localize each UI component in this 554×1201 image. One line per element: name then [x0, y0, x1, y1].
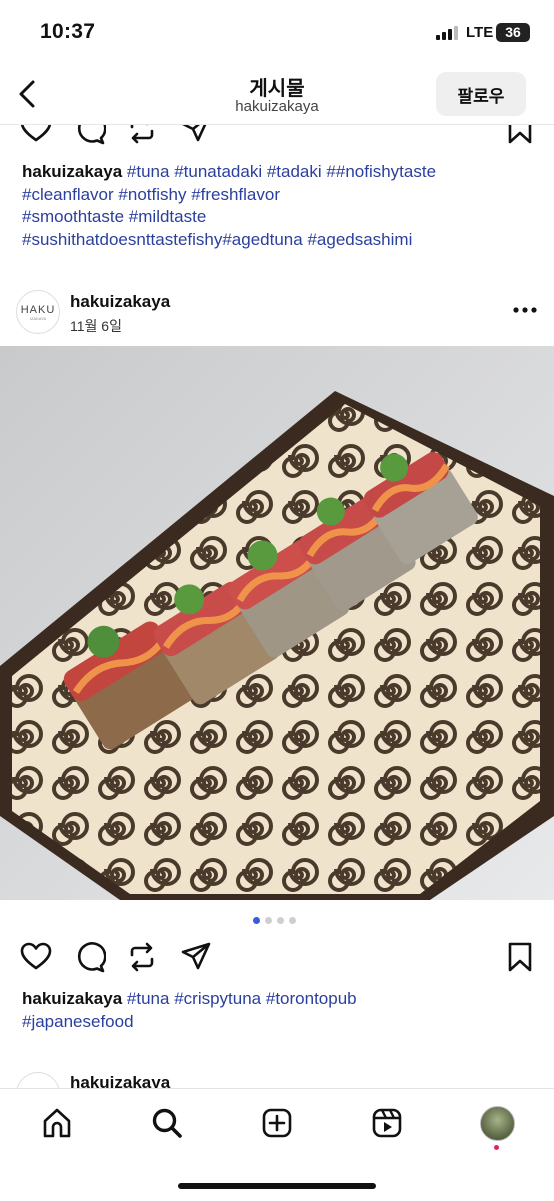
post-avatar[interactable]: HAKU IZAKAYA	[16, 290, 60, 334]
profile-avatar[interactable]	[480, 1106, 515, 1141]
post-date: 11월 6일	[70, 318, 122, 334]
hashtag[interactable]: #smoothtaste	[22, 207, 124, 226]
repost-icon[interactable]	[126, 941, 158, 973]
prev-action-bar	[0, 125, 554, 147]
top-header: 게시물 hakuizakaya 팔로우	[0, 62, 554, 125]
share-icon[interactable]	[180, 941, 212, 973]
hashtag[interactable]: #tadaki	[267, 162, 322, 181]
carousel-dot	[253, 917, 260, 924]
caption-line: #sushithatdoesnttastefishy#agedtuna #age…	[22, 229, 532, 252]
hashtag[interactable]: ##nofishytaste	[326, 162, 436, 181]
status-time: 10:37	[40, 20, 96, 43]
next-post-username[interactable]: hakuizakaya	[70, 1073, 170, 1088]
hashtag[interactable]: #freshflavor	[191, 185, 280, 204]
sushi-plate-image	[0, 346, 554, 900]
hashtag[interactable]: #tuna	[127, 989, 170, 1008]
battery-indicator: 36	[496, 23, 530, 42]
caption-username[interactable]: hakuizakaya	[22, 162, 122, 181]
repost-icon[interactable]	[126, 125, 158, 145]
prev-post-caption: hakuizakaya #tuna #tunatadaki #tadaki ##…	[22, 161, 532, 251]
notification-dot	[494, 1145, 499, 1150]
more-options-icon[interactable]	[510, 298, 540, 322]
post-username[interactable]: hakuizakaya	[70, 292, 170, 312]
caption-line: hakuizakaya #tuna #crispytuna #torontopu…	[22, 988, 532, 1011]
caption-line: #cleanflavor #notfishy #freshflavor	[22, 184, 532, 207]
follow-button[interactable]: 팔로우	[436, 72, 526, 116]
carousel-dot	[265, 917, 272, 924]
caption-line: #smoothtaste #mildtaste	[22, 206, 532, 229]
caption-line: #japanesefood	[22, 1011, 532, 1034]
signal-icon	[436, 26, 458, 40]
share-icon[interactable]	[180, 125, 212, 145]
hashtag[interactable]: #japanesefood	[22, 1012, 134, 1031]
home-icon[interactable]	[41, 1107, 73, 1139]
hashtag[interactable]: #mildtaste	[129, 207, 206, 226]
avatar-logo-text: HAKU	[20, 303, 56, 316]
heart-icon[interactable]	[20, 125, 52, 145]
hashtag[interactable]: #agedsashimi	[307, 230, 412, 249]
bookmark-icon[interactable]	[504, 941, 536, 973]
comment-icon[interactable]	[74, 941, 106, 973]
hashtag[interactable]: #sushithatdoesnttastefishy#agedtuna	[22, 230, 303, 249]
create-icon[interactable]	[261, 1107, 293, 1139]
search-icon[interactable]	[151, 1107, 183, 1139]
caption-line: hakuizakaya #tuna #tunatadaki #tadaki ##…	[22, 161, 532, 184]
carousel-dot	[277, 917, 284, 924]
caption-username[interactable]: hakuizakaya	[22, 989, 122, 1008]
post-caption: hakuizakaya #tuna #crispytuna #torontopu…	[22, 988, 532, 1033]
hashtag[interactable]: #cleanflavor	[22, 185, 114, 204]
heart-icon[interactable]	[20, 941, 52, 973]
hashtag[interactable]: #tuna	[127, 162, 170, 181]
reels-icon[interactable]	[371, 1107, 403, 1139]
post-photo[interactable]	[0, 346, 554, 900]
network-label: LTE	[466, 24, 494, 41]
status-bar: 10:37 LTE 36	[0, 0, 554, 62]
post-action-bar	[0, 940, 554, 976]
hashtag[interactable]: #torontopub	[266, 989, 357, 1008]
carousel-dot	[289, 917, 296, 924]
next-post-header: hakuizakaya	[0, 1068, 554, 1088]
comment-icon[interactable]	[74, 125, 106, 145]
hashtag[interactable]: #crispytuna	[174, 989, 261, 1008]
hashtag[interactable]: #tunatadaki	[174, 162, 262, 181]
bookmark-icon[interactable]	[504, 125, 536, 145]
home-indicator	[178, 1183, 376, 1189]
next-post-avatar[interactable]	[16, 1072, 60, 1088]
avatar-logo-subtext: IZAKAYA	[29, 315, 47, 321]
hashtag[interactable]: #notfishy	[118, 185, 186, 204]
